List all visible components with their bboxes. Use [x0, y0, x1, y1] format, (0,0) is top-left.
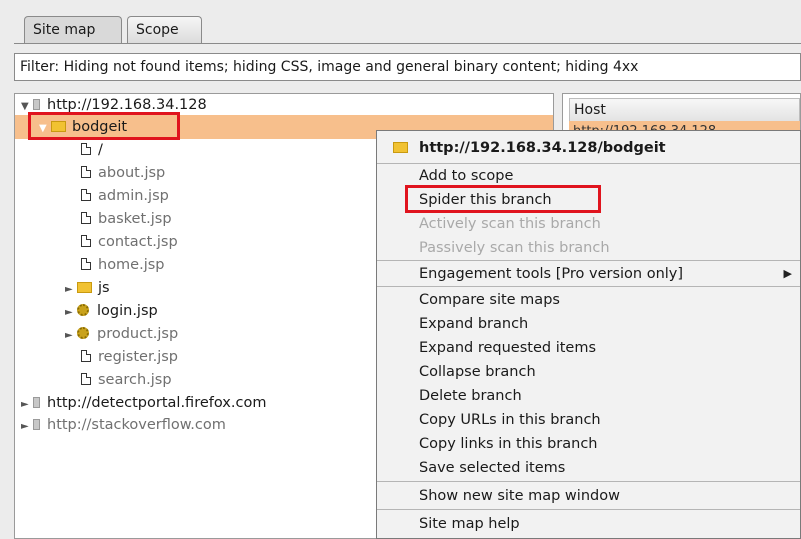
context-menu-header: http://192.168.34.128/bodgeit	[377, 135, 800, 161]
tree-node-label: about.jsp	[98, 165, 166, 181]
tree-node-script[interactable]: ► product.jsp	[65, 323, 178, 345]
file-icon	[81, 212, 91, 224]
collapse-arrow-icon[interactable]: ►	[21, 394, 33, 416]
tree-node-folder[interactable]: ► js	[65, 277, 110, 299]
host-icon	[33, 99, 40, 110]
menu-separator	[377, 481, 800, 482]
menu-item-copy-urls[interactable]: Copy URLs in this branch	[377, 408, 800, 432]
file-icon	[81, 373, 91, 385]
menu-item-label: Engagement tools [Pro version only]	[419, 266, 684, 282]
tree-node-label: http://stackoverflow.com	[47, 417, 226, 433]
tree-node-file[interactable]: register.jsp	[81, 346, 178, 368]
menu-item-save-selected-items[interactable]: Save selected items	[377, 456, 800, 480]
tree-node-label: home.jsp	[98, 257, 165, 273]
tree-node-file[interactable]: home.jsp	[81, 254, 165, 276]
tree-node-label: /	[98, 142, 103, 158]
tree-node-label: admin.jsp	[98, 188, 169, 204]
collapse-arrow-icon[interactable]: ►	[65, 279, 77, 301]
file-icon	[81, 235, 91, 247]
submenu-arrow-icon: ▶	[783, 267, 792, 280]
tree-node-label: contact.jsp	[98, 234, 178, 250]
folder-icon	[77, 282, 92, 293]
menu-item-engagement-tools[interactable]: Engagement tools [Pro version only] ▶	[377, 262, 800, 286]
tab-site-map[interactable]: Site map	[24, 16, 122, 43]
tree-node-script[interactable]: ► login.jsp	[65, 300, 158, 322]
file-icon	[81, 166, 91, 178]
filter-settings-bar[interactable]: Filter: Hiding not found items; hiding C…	[14, 53, 801, 81]
menu-separator	[377, 260, 800, 261]
collapse-arrow-icon[interactable]: ►	[65, 302, 77, 324]
menu-item-copy-links[interactable]: Copy links in this branch	[377, 432, 800, 456]
file-icon	[81, 143, 91, 155]
annotation-box-bodgeit	[28, 112, 180, 140]
menu-item-site-map-help[interactable]: Site map help	[377, 512, 800, 536]
host-icon	[33, 419, 40, 430]
menu-item-passively-scan-branch: Passively scan this branch	[419, 240, 610, 256]
menu-item-expand-branch[interactable]: Expand branch	[377, 312, 800, 336]
tree-node-file[interactable]: admin.jsp	[81, 185, 169, 207]
tree-node-file[interactable]: basket.jsp	[81, 208, 172, 230]
menu-separator	[377, 286, 800, 287]
tree-node-host[interactable]: ► http://detectportal.firefox.com	[21, 392, 266, 414]
tree-node-label: js	[98, 280, 110, 296]
tree-node-label: product.jsp	[97, 326, 179, 342]
tab-scope[interactable]: Scope	[127, 16, 202, 43]
file-icon	[81, 350, 91, 362]
file-icon	[81, 258, 91, 270]
column-header-host[interactable]: Host	[569, 98, 800, 122]
tree-node-label: http://detectportal.firefox.com	[47, 395, 267, 411]
gear-icon	[77, 327, 89, 339]
tree-node-label: register.jsp	[98, 349, 178, 365]
tree-node-label: login.jsp	[97, 303, 158, 319]
menu-item-delete-branch[interactable]: Delete branch	[377, 384, 800, 408]
filter-bar: Filter: Hiding not found items; hiding C…	[0, 44, 801, 94]
file-icon	[81, 189, 91, 201]
menu-item-actively-scan-branch: Actively scan this branch	[419, 216, 601, 232]
tree-node-file[interactable]: search.jsp	[81, 369, 172, 391]
host-icon	[33, 397, 40, 408]
gear-icon	[77, 304, 89, 316]
tab-bar: Site map Scope	[0, 0, 801, 44]
menu-item-show-new-site-map-window[interactable]: Show new site map window	[377, 484, 800, 508]
menu-separator	[377, 509, 800, 510]
annotation-box-spider	[405, 185, 601, 213]
tree-node-file[interactable]: contact.jsp	[81, 231, 178, 253]
menu-item-expand-requested-items[interactable]: Expand requested items	[377, 336, 800, 360]
tree-node-label: http://192.168.34.128	[47, 97, 207, 113]
tree-node-file[interactable]: /	[81, 139, 103, 161]
tree-node-file[interactable]: about.jsp	[81, 162, 165, 184]
tree-node-label: search.jsp	[98, 372, 172, 388]
tree-node-label: basket.jsp	[98, 211, 172, 227]
menu-item-compare-site-maps[interactable]: Compare site maps	[377, 288, 800, 312]
folder-icon	[393, 142, 408, 153]
tree-node-host[interactable]: ► http://stackoverflow.com	[21, 414, 226, 436]
collapse-arrow-icon[interactable]: ►	[65, 325, 77, 347]
context-menu-header-label: http://192.168.34.128/bodgeit	[419, 140, 666, 156]
collapse-arrow-icon[interactable]: ►	[21, 416, 33, 438]
menu-item-collapse-branch[interactable]: Collapse branch	[377, 360, 800, 384]
